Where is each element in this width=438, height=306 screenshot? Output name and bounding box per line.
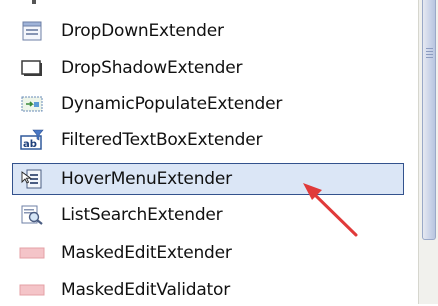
toolbox-item-list-search-extender[interactable]: ListSearchExtender <box>12 199 412 231</box>
toolbox-item-dropdown-extender[interactable]: DropDownExtender <box>12 15 412 47</box>
scrollbar-grip-icon <box>426 48 433 58</box>
masked-validator-icon <box>19 279 45 301</box>
toolbox-item-label: DropShadowExtender <box>61 58 243 78</box>
toolbox-panel: DropDownExtender DropShadowExtender Dyna… <box>0 0 418 304</box>
toolbox-list: DropDownExtender DropShadowExtender Dyna… <box>0 0 418 304</box>
vertical-scrollbar[interactable] <box>418 0 438 304</box>
dynamic-populate-icon <box>19 93 45 115</box>
list-search-icon <box>19 204 45 226</box>
toolbox-item-label: FilteredTextBoxExtender <box>61 130 263 150</box>
hover-menu-icon <box>19 168 45 190</box>
toolbox-item-label: ListSearchExtender <box>61 205 223 225</box>
toolbox-item-dynamic-populate-extender[interactable]: DynamicPopulateExtender <box>12 88 412 120</box>
dropdown-extender-icon <box>19 20 45 42</box>
toolbox-item-label: MaskedEditExtender <box>61 243 232 263</box>
scrollbar-thumb[interactable] <box>422 0 436 240</box>
toolbox-item-label: DynamicPopulateExtender <box>61 94 283 114</box>
toolbox-item-masked-edit-extender[interactable]: MaskedEditExtender <box>12 237 412 269</box>
toolbox-item-filtered-textbox-extender[interactable]: ab FilteredTextBoxExtender <box>12 124 412 156</box>
toolbox-item-masked-edit-validator[interactable]: MaskedEditValidator <box>12 274 412 306</box>
toolbox-item-dropshadow-extender[interactable]: DropShadowExtender <box>12 52 412 84</box>
toolbox-item-label: DropDownExtender <box>61 21 224 41</box>
svg-text:ab: ab <box>23 139 37 150</box>
partial-item-icon <box>32 0 36 4</box>
masked-edit-icon <box>19 242 45 264</box>
dropshadow-extender-icon <box>19 57 45 79</box>
toolbox-item-hover-menu-extender[interactable]: HoverMenuExtender <box>12 163 404 195</box>
toolbox-item-label: MaskedEditValidator <box>61 280 230 300</box>
toolbox-item-label: HoverMenuExtender <box>61 169 232 189</box>
filtered-textbox-icon: ab <box>19 129 45 151</box>
